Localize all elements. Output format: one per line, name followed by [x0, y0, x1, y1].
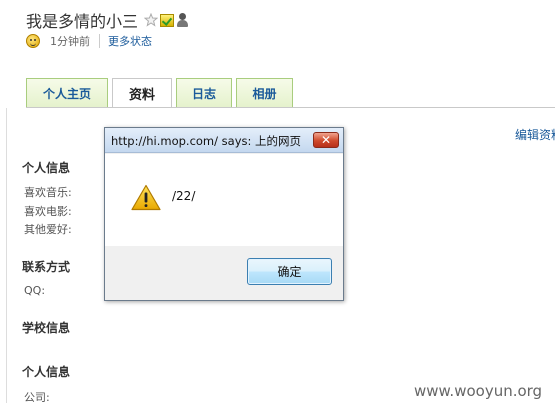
warning-icon [131, 184, 161, 211]
content-left-border [6, 108, 7, 403]
field-company: 公司: [24, 391, 50, 403]
alert-dialog: http://hi.mop.com/ says: 上的网页 ✕ /22/ 确定 [104, 127, 344, 301]
verified-check-icon[interactable] [160, 13, 175, 27]
section-heading-personal: 个人信息 [22, 161, 71, 175]
dialog-title: http://hi.mop.com/ says: 上的网页 [111, 134, 302, 148]
dialog-close-button[interactable]: ✕ [313, 132, 339, 148]
watermark: www.wooyun.org [414, 382, 543, 400]
smiley-face-icon [26, 34, 40, 48]
star-icon[interactable] [144, 13, 159, 27]
profile-header: 我是多情的小三 [26, 9, 189, 31]
profile-tabs: 个人主页 资料 日志 相册 [26, 78, 293, 108]
section-heading-contact: 联系方式 [22, 260, 71, 274]
profile-title: 我是多情的小三 [26, 12, 139, 31]
dialog-message: /22/ [172, 189, 196, 203]
more-status-link[interactable]: 更多状态 [108, 33, 152, 49]
ok-button[interactable]: 确定 [247, 258, 332, 285]
dialog-body: /22/ [105, 154, 343, 246]
tab-album[interactable]: 相册 [236, 78, 293, 108]
status-row: 1分钟前 更多状态 [26, 32, 152, 50]
field-hobbies: 其他爱好: [24, 223, 72, 236]
status-time: 1分钟前 [50, 35, 90, 48]
user-icon[interactable] [176, 12, 189, 28]
tab-underline [26, 107, 555, 108]
dialog-footer: 确定 [105, 246, 343, 300]
dialog-titlebar[interactable]: http://hi.mop.com/ says: 上的网页 ✕ [105, 128, 343, 153]
tab-blog[interactable]: 日志 [176, 78, 232, 108]
section-heading-school: 学校信息 [22, 321, 71, 335]
profile-badges [144, 12, 189, 28]
edit-profile-link[interactable]: 编辑资料 [515, 126, 555, 143]
section-heading-personal-2: 个人信息 [22, 365, 71, 379]
tab-profile-info[interactable]: 资料 [112, 78, 172, 108]
field-music: 喜欢音乐: [24, 186, 72, 199]
status-divider [99, 34, 100, 48]
tab-home[interactable]: 个人主页 [26, 78, 108, 108]
field-qq: QQ: [24, 284, 46, 297]
field-movies: 喜欢电影: [24, 205, 72, 218]
